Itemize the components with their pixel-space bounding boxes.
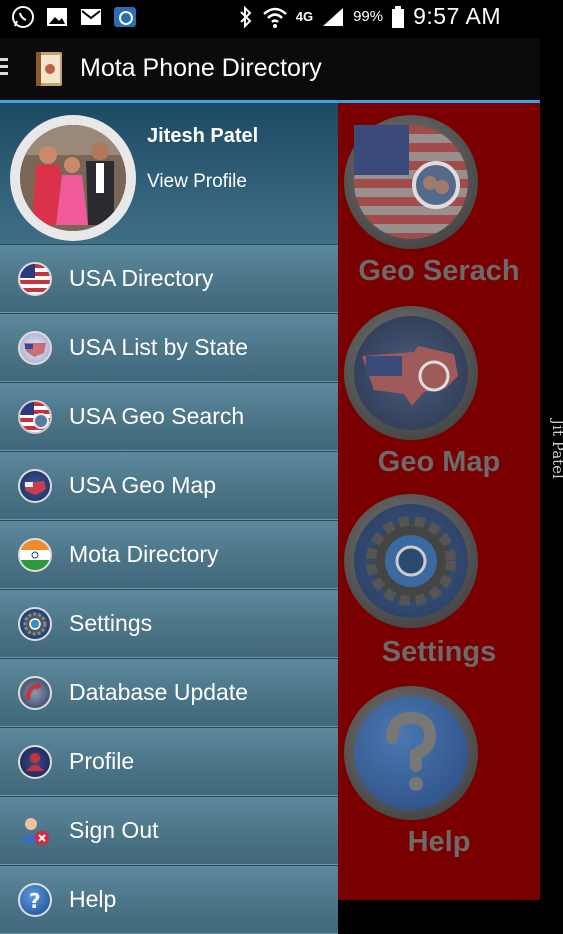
email-icon (78, 4, 104, 30)
menu-item-profile[interactable]: Profile (0, 727, 338, 796)
menu-item-settings[interactable]: Settings (0, 589, 338, 658)
geo-map-label[interactable]: Geo Map (338, 446, 540, 479)
svg-text:?: ? (29, 889, 41, 913)
signal-icon (323, 7, 344, 26)
menu-item-label: USA Geo Search (69, 403, 245, 429)
menu-item-mota-directory[interactable]: Mota Directory (0, 520, 338, 589)
usa-map-icon (354, 316, 468, 430)
usa-flag-search-icon (354, 125, 468, 239)
system-status: 4G 99% 9:57 AM (238, 3, 501, 30)
view-profile-link[interactable]: View Profile (147, 171, 247, 193)
menu-item-label: USA List by State (69, 334, 248, 360)
menu-item-usa-geo-search[interactable]: USA Geo Search (0, 382, 338, 451)
india-flag-icon (18, 538, 52, 572)
avatar[interactable] (10, 115, 136, 241)
bluetooth-icon (240, 5, 252, 28)
geo-search-icon (18, 400, 52, 434)
menu-item-label: USA Geo Map (69, 472, 217, 498)
usa-map-icon (18, 331, 52, 365)
battery-percent: 99% (353, 8, 384, 25)
family-photo (20, 125, 126, 231)
geo-search-label[interactable]: Geo Serach (338, 255, 540, 288)
profile-header[interactable]: Jitesh Patel View Profile (0, 103, 338, 244)
question-mark-icon (354, 696, 468, 810)
app-notification-icon (112, 4, 138, 30)
menu-item-label: Profile (69, 748, 135, 774)
sign-out-icon (18, 814, 52, 848)
gallery-icon (44, 4, 70, 30)
app-bar: Mota Phone Directory (0, 38, 540, 100)
menu-item-label: Sign Out (69, 817, 159, 843)
clock: 9:57 AM (413, 3, 501, 29)
database-update-icon (18, 676, 52, 710)
settings-label[interactable]: Settings (338, 636, 540, 669)
app-title: Mota Phone Directory (80, 54, 322, 82)
settings-button[interactable] (344, 494, 478, 628)
app-logo-icon[interactable] (34, 50, 68, 88)
menu-item-usa-list-by-state[interactable]: USA List by State (0, 313, 338, 382)
geo-map-icon (18, 469, 52, 503)
whatsapp-icon (10, 4, 36, 30)
help-icon: ? (18, 883, 52, 917)
drawer-toggle-icon[interactable] (0, 58, 8, 79)
profile-icon (18, 745, 52, 779)
battery-icon (392, 5, 405, 28)
watermark-text: Jit Patel (548, 419, 563, 479)
menu-item-usa-directory[interactable]: USA Directory (0, 244, 338, 313)
help-label[interactable]: Help (338, 826, 540, 859)
menu-item-label: USA Directory (69, 265, 214, 291)
status-bar: 4G 99% 9:57 AM (0, 0, 563, 38)
wifi-icon (262, 7, 287, 28)
navigation-drawer: Jitesh Patel View Profile USA Directory … (0, 103, 338, 934)
usa-flag-icon (18, 262, 52, 296)
menu-item-label: Database Update (69, 679, 249, 705)
notification-icons (10, 4, 138, 30)
menu-item-sign-out[interactable]: Sign Out (0, 796, 338, 865)
geo-map-button[interactable] (344, 306, 478, 440)
menu-item-label: Settings (69, 610, 153, 636)
gear-icon (18, 607, 52, 641)
help-button[interactable] (344, 686, 478, 820)
menu-item-label: Mota Directory (69, 541, 219, 567)
network-type: 4G (295, 9, 314, 24)
menu-item-usa-geo-map[interactable]: USA Geo Map (0, 451, 338, 520)
gear-icon (354, 504, 468, 618)
geo-search-button[interactable] (344, 115, 478, 249)
menu-item-database-update[interactable]: Database Update (0, 658, 338, 727)
user-name: Jitesh Patel (147, 125, 259, 147)
